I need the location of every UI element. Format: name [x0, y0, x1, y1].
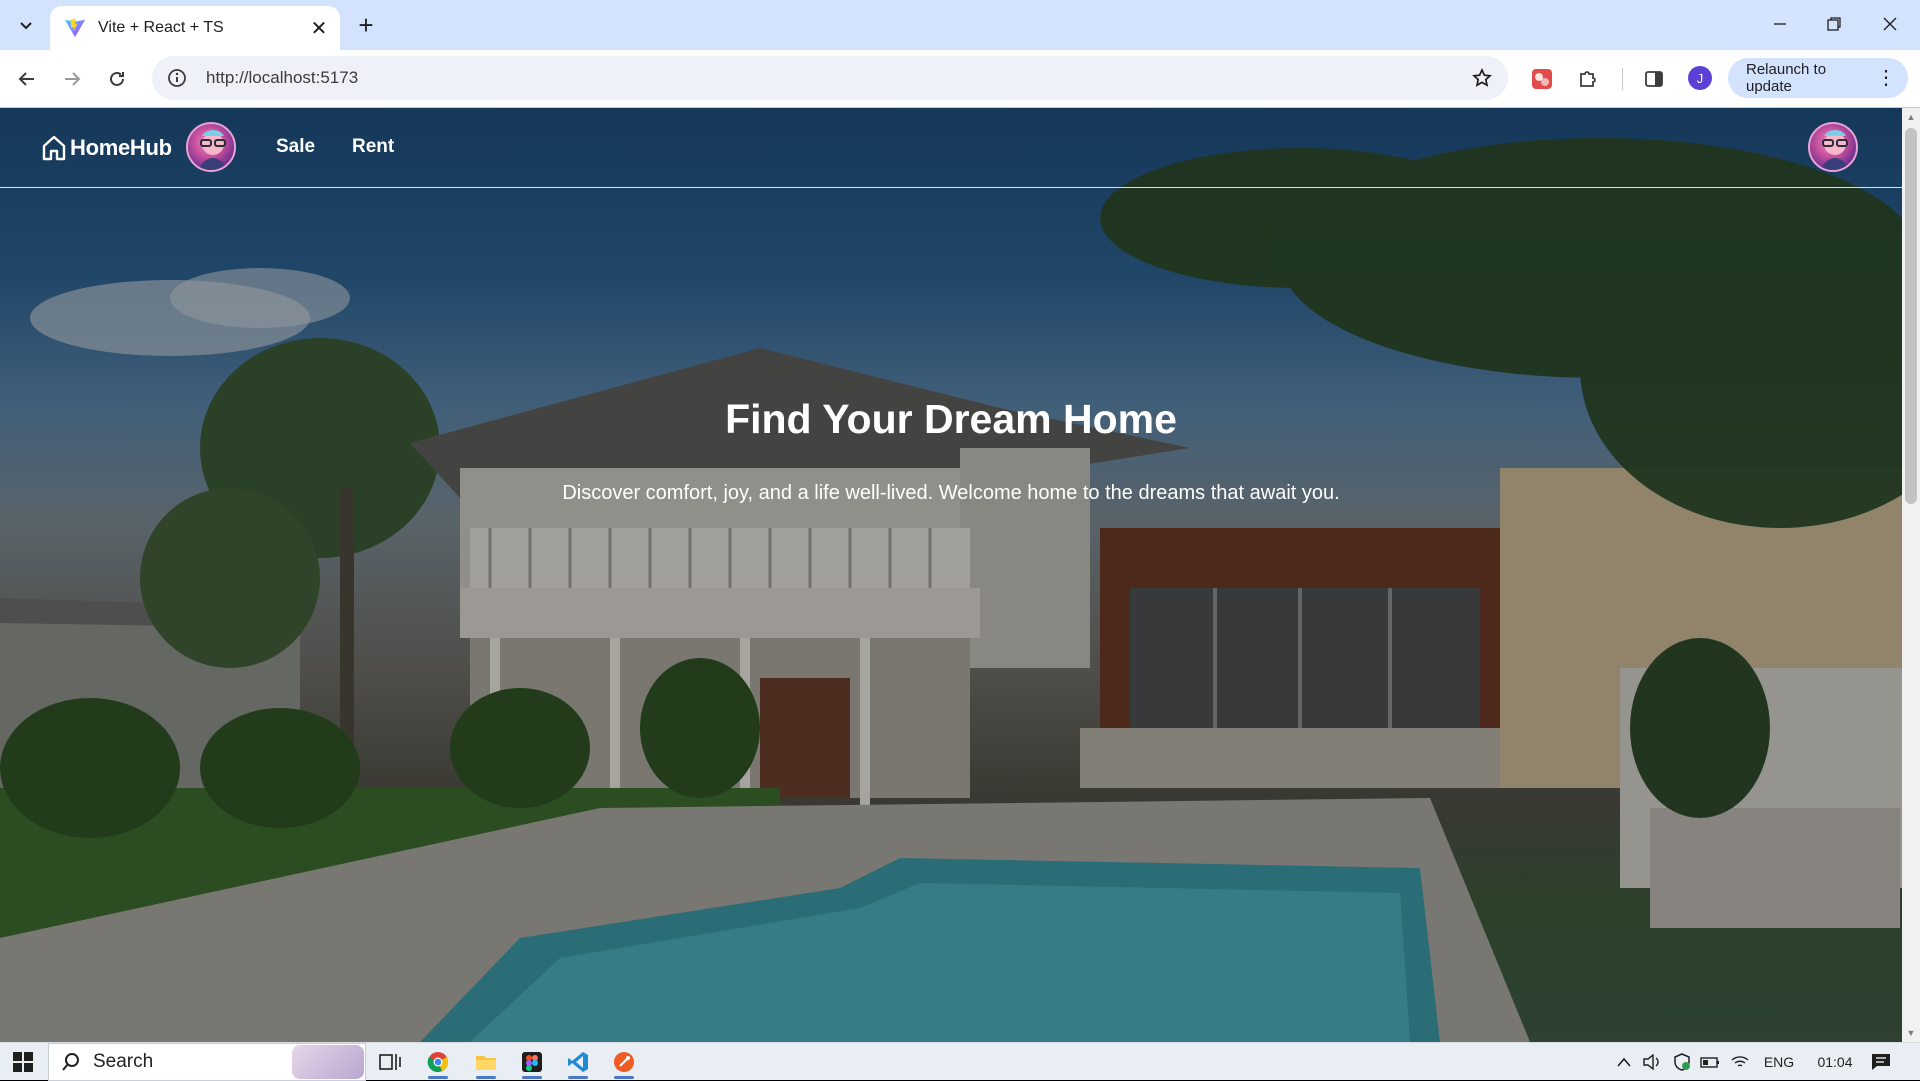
browser-toolbar: http://localhost:5173 Relaunch to update… — [0, 50, 1920, 108]
taskbar-app-file-explorer[interactable] — [466, 1043, 506, 1081]
side-panel-button[interactable] — [1638, 63, 1670, 95]
extension-app-icon — [1532, 69, 1552, 89]
minimize-button[interactable] — [1752, 0, 1808, 48]
chevron-down-icon — [20, 22, 32, 30]
show-hidden-icons-button[interactable] — [1612, 1043, 1636, 1081]
scroll-thumb[interactable] — [1905, 128, 1917, 504]
minimize-icon — [1774, 23, 1786, 25]
folder-icon — [476, 1056, 496, 1070]
restore-button[interactable] — [1806, 0, 1862, 48]
search-highlight-image — [292, 1045, 364, 1079]
site-info-icon[interactable] — [158, 59, 196, 97]
chrome-icon — [427, 1052, 449, 1072]
notifications-button[interactable] — [1866, 1043, 1896, 1081]
relaunch-label: Relaunch to update — [1746, 61, 1827, 95]
taskbar-app-chrome[interactable] — [418, 1043, 458, 1081]
hero-subtitle: Discover comfort, joy, and a life well-l… — [562, 482, 1340, 504]
taskbar-search-label: Search — [93, 1051, 154, 1072]
battery-icon[interactable] — [1698, 1043, 1722, 1081]
nav-link-sale[interactable]: Sale — [276, 136, 315, 158]
puzzle-icon — [1580, 71, 1596, 87]
vscode-icon — [568, 1052, 588, 1072]
windows-taskbar: Search ENG 01:04 — [0, 1042, 1920, 1081]
close-window-button[interactable] — [1862, 0, 1918, 48]
tab-title: Vite + React + TS — [98, 19, 224, 36]
site-navbar: HomeHub Sale Rent — [0, 108, 1902, 188]
taskbar-app-postman[interactable] — [604, 1043, 644, 1081]
more-vert-icon: ⋮ — [1876, 67, 1896, 89]
taskbar-app-figma[interactable] — [512, 1043, 552, 1081]
security-shield-icon[interactable] — [1670, 1043, 1694, 1081]
reload-icon — [110, 71, 124, 86]
windows-logo-icon — [13, 1052, 33, 1072]
search-icon — [62, 1053, 79, 1071]
arrow-right-icon — [65, 72, 81, 86]
language-indicator[interactable]: ENG — [1758, 1043, 1800, 1081]
vite-logo-icon — [64, 18, 86, 38]
forward-button[interactable] — [56, 63, 88, 95]
arrow-left-icon — [18, 72, 34, 86]
chevron-up-icon — [1617, 1057, 1631, 1067]
toolbar-divider — [1622, 68, 1623, 90]
new-tab-button[interactable]: + — [352, 10, 380, 40]
scroll-down-arrow-icon[interactable]: ▼ — [1902, 1024, 1920, 1042]
relaunch-to-update-button[interactable]: Relaunch to update ⋮ — [1728, 58, 1908, 98]
url-text[interactable]: http://localhost:5173 — [206, 68, 1464, 88]
user-profile-avatar[interactable] — [1808, 122, 1858, 172]
close-tab-icon[interactable]: ✕ — [306, 15, 332, 41]
address-bar[interactable]: http://localhost:5173 — [152, 56, 1508, 100]
clock[interactable]: 01:04 — [1808, 1043, 1862, 1081]
hero-title: Find Your Dream Home — [725, 396, 1177, 442]
task-view-button[interactable] — [370, 1043, 410, 1081]
wifi-icon[interactable] — [1728, 1043, 1752, 1081]
page-viewport: HomeHub Sale Rent Find Your Dream Home D… — [0, 108, 1902, 1042]
figma-icon — [522, 1052, 542, 1072]
avatar-illustration — [1820, 130, 1850, 170]
volume-icon[interactable] — [1640, 1043, 1664, 1081]
close-icon — [1883, 17, 1897, 31]
back-button[interactable] — [11, 63, 43, 95]
side-panel-icon — [1645, 71, 1663, 87]
profile-avatar[interactable]: J — [1688, 66, 1712, 90]
restore-icon — [1827, 17, 1841, 31]
reload-button[interactable] — [101, 63, 133, 95]
extension-button[interactable] — [1526, 63, 1558, 95]
scroll-up-arrow-icon[interactable]: ▲ — [1902, 108, 1920, 126]
home-icon — [42, 135, 66, 161]
taskbar-app-vscode[interactable] — [558, 1043, 598, 1081]
notification-center-icon — [1872, 1054, 1890, 1070]
bookmark-star-icon[interactable] — [1464, 60, 1500, 96]
avatar[interactable] — [186, 122, 236, 172]
tab-search-button[interactable] — [11, 10, 41, 40]
hero-dark-overlay — [0, 108, 1902, 1042]
page-scrollbar[interactable]: ▲ ▼ — [1902, 108, 1920, 1042]
task-view-icon — [379, 1054, 401, 1070]
postman-icon — [614, 1052, 634, 1072]
brand-logo-link[interactable]: HomeHub — [40, 128, 172, 168]
brand-name: HomeHub — [70, 135, 172, 160]
tab-strip: Vite + React + TS ✕ + — [0, 0, 1920, 50]
nav-link-rent[interactable]: Rent — [352, 136, 394, 158]
avatar-illustration — [198, 130, 228, 170]
browser-tab[interactable]: Vite + React + TS ✕ — [50, 6, 340, 50]
start-button[interactable] — [8, 1047, 38, 1077]
extensions-menu-button[interactable] — [1572, 63, 1604, 95]
